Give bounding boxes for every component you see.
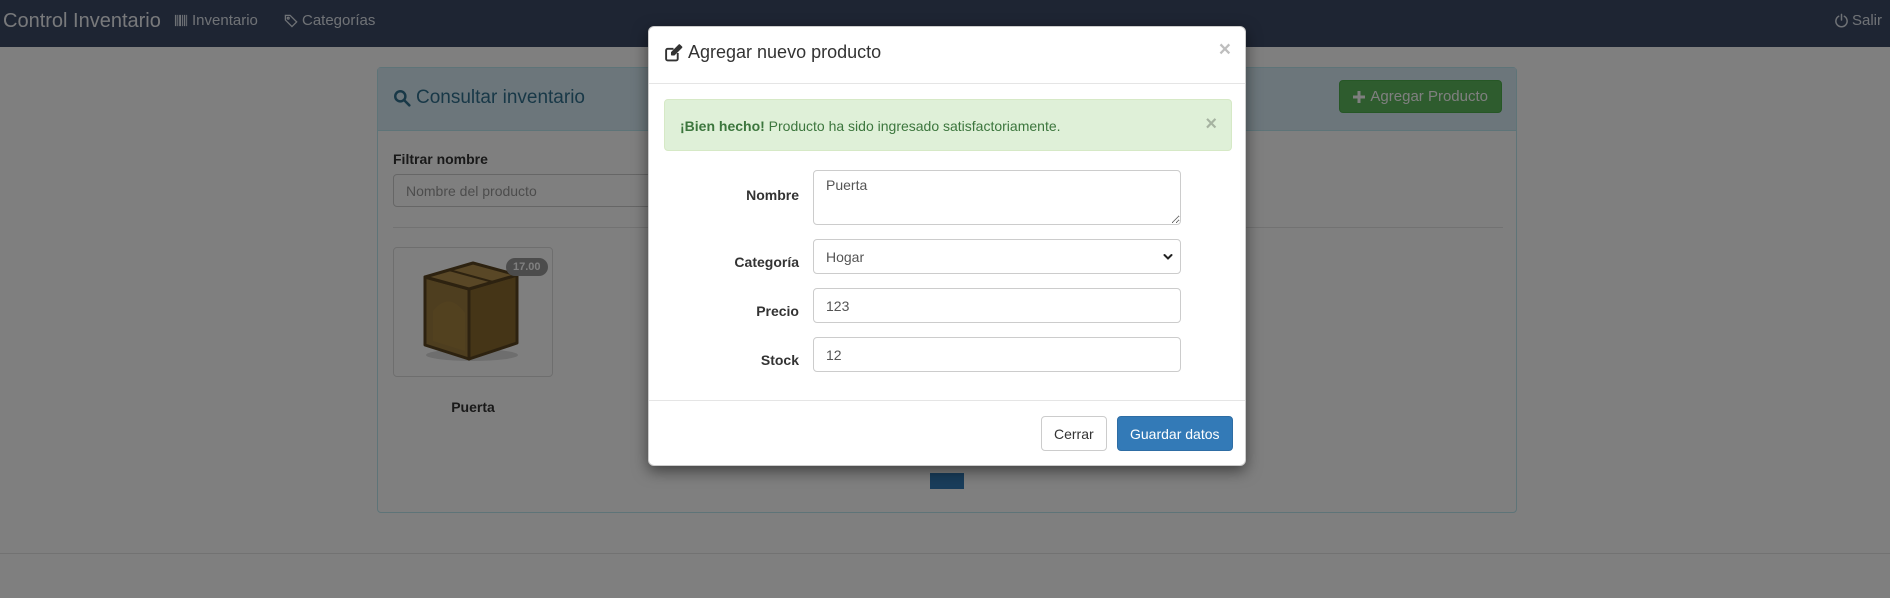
alert-strong: ¡Bien hecho! (680, 118, 765, 134)
close-button[interactable]: Cerrar (1041, 416, 1107, 451)
stock-field[interactable] (813, 337, 1181, 372)
save-button[interactable]: Guardar datos (1117, 416, 1233, 451)
modal-footer-divider (649, 400, 1245, 401)
alert-close-icon[interactable]: × (1205, 114, 1217, 134)
stock-label: Stock (760, 352, 799, 368)
success-alert: ¡Bien hecho! Producto ha sido ingresado … (664, 99, 1232, 151)
categoria-label: Categoría (734, 254, 799, 270)
precio-label: Precio (756, 303, 799, 319)
modal-title-text: Agregar nuevo producto (688, 42, 882, 62)
modal-header: Agregar nuevo producto × (649, 27, 1245, 84)
add-product-modal: Agregar nuevo producto × ¡Bien hecho! Pr… (648, 26, 1246, 466)
nombre-field[interactable]: Puerta (813, 170, 1181, 225)
edit-icon (665, 44, 683, 62)
chevron-down-icon (1163, 254, 1173, 260)
categoria-select[interactable]: Hogar (813, 239, 1181, 274)
precio-field[interactable] (813, 288, 1181, 323)
alert-text: ¡Bien hecho! Producto ha sido ingresado … (680, 118, 1061, 134)
modal-close-icon[interactable]: × (1219, 39, 1231, 60)
modal-title: Agregar nuevo producto (664, 42, 881, 63)
alert-message: Producto ha sido ingresado satisfactoria… (768, 118, 1061, 134)
nombre-label: Nombre (746, 187, 799, 203)
